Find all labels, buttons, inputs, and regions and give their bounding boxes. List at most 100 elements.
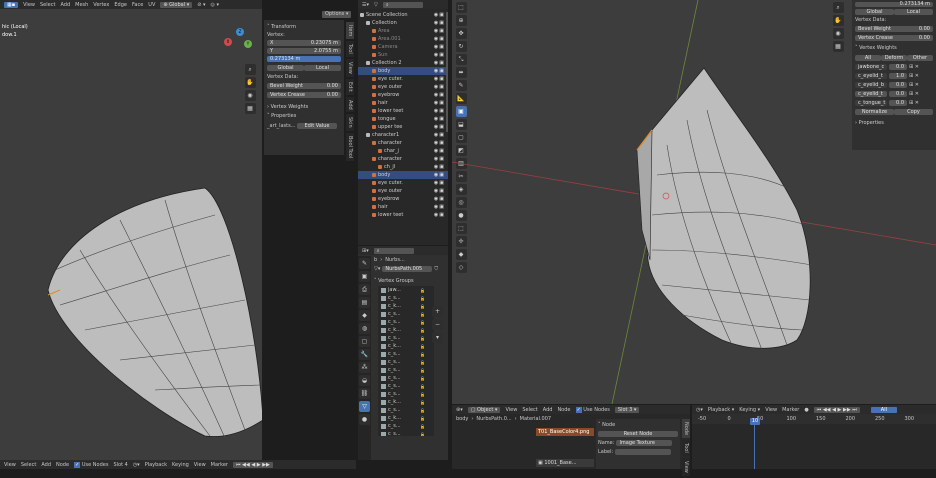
outliner-item[interactable]: eyebrow ◉▣ [358, 91, 448, 99]
menu-add-bottom[interactable]: Add [41, 462, 51, 468]
lock-icon[interactable]: 🔓 [420, 344, 425, 349]
lock-icon[interactable]: 🔓 [420, 416, 425, 421]
tab-item[interactable]: Item [346, 22, 354, 40]
weight-value[interactable]: 1.0 [889, 72, 907, 79]
weight-value[interactable]: 0.0 [889, 63, 907, 70]
weight-actions-icon[interactable]: ⊞ ✕ [909, 73, 919, 79]
tab-node-view[interactable]: View [682, 457, 690, 476]
add-group-icon[interactable]: + [432, 306, 443, 317]
vertex-group-item[interactable]: c_s... 🔓 [378, 334, 434, 342]
record-icon[interactable]: ● [804, 407, 808, 413]
outliner-item[interactable]: char_j ◉▣ [358, 147, 448, 155]
lock-icon[interactable]: 🔓 [420, 424, 425, 429]
tool-props-icon[interactable]: ✎ [359, 258, 370, 269]
properties-section-right[interactable]: › Properties [855, 119, 933, 128]
vertex-group-item[interactable]: c_s... 🔓 [378, 366, 434, 374]
vertex-groups-section[interactable]: ˅ Vertex Groups [374, 277, 448, 286]
particles-icon[interactable]: ⁂ [359, 362, 370, 373]
menu-marker[interactable]: Marker [782, 407, 799, 413]
properties-section[interactable]: ˅ Properties [267, 112, 341, 121]
modifier-icon[interactable]: 🔧 [359, 349, 370, 360]
properties-editor-icon[interactable]: ⊞▾ [362, 248, 369, 254]
x-field[interactable]: X 0.23075 m [267, 40, 341, 46]
copy-button[interactable]: Copy [894, 108, 933, 115]
menu-select-node[interactable]: Select [522, 407, 537, 413]
outliner-item[interactable]: Area ◉▣ [358, 27, 448, 35]
tab-add[interactable]: Add [346, 96, 354, 113]
menu-playback[interactable]: Playback ▾ [708, 407, 734, 413]
marker-bottom[interactable]: Marker [211, 462, 228, 468]
tab-node-tool[interactable]: Tool [682, 440, 690, 456]
outliner-item[interactable]: Collection ◉▣ [358, 19, 448, 27]
playback-controls[interactable]: ⏮ ◀◀ ◀ ▶ ▶▶ ⏭ [813, 406, 860, 413]
outliner-item[interactable]: character ◉▣ [358, 155, 448, 163]
tab-edit[interactable]: Edit [346, 78, 354, 95]
tab-deform[interactable]: Deform [881, 54, 907, 61]
material-props-icon[interactable]: ● [359, 414, 370, 425]
render-props-icon[interactable]: ▣ [359, 271, 370, 282]
node-editor-icon[interactable]: ⊛▾ [456, 407, 463, 413]
visibility-icon[interactable]: ◉▣ [434, 196, 448, 202]
lock-icon[interactable]: 🔓 [420, 392, 425, 397]
outliner-item[interactable]: body ◉▣ [358, 171, 448, 179]
visibility-icon[interactable]: ◉▣ [434, 132, 448, 138]
outliner-item[interactable]: lower teet ◉▣ [358, 211, 448, 219]
visibility-icon[interactable]: ◉▣ [434, 180, 448, 186]
weight-actions-icon[interactable]: ⊞ ✕ [909, 64, 919, 70]
y-field[interactable]: Y 2.0755 m [267, 48, 341, 54]
node-label-field[interactable] [615, 448, 672, 455]
lock-icon[interactable]: 🔓 [420, 288, 425, 293]
outliner-item[interactable]: hair ◉▣ [358, 203, 448, 211]
image-texture-node[interactable]: T01_BaseColor4.png [536, 428, 594, 436]
object-props-icon[interactable]: ▢ [359, 336, 370, 347]
properties-search[interactable]: ⌕ [373, 247, 414, 254]
vertex-groups-list[interactable]: jaw... 🔓 c_s... 🔓 c_k... 🔓 c_s... 🔓 c_s... 🔓 c_k..… [378, 286, 434, 436]
keying-set-dropdown[interactable]: All [870, 406, 897, 413]
vertex-group-item[interactable]: jaw... 🔓 [378, 286, 434, 294]
tab-other[interactable]: Other [907, 54, 933, 61]
menu-keying[interactable]: Keying ▾ [739, 407, 760, 413]
normalize-button[interactable]: Normalize [855, 108, 894, 115]
visibility-icon[interactable]: ◉▣ [434, 140, 448, 146]
use-nodes-checkbox[interactable]: ✓ Use Nodes [575, 406, 610, 413]
left-3d-viewport[interactable]: ▦▪ View Select Add Mesh Vertex Edge Face… [0, 0, 262, 460]
vertex-group-item[interactable]: c_s... 🔓 [378, 318, 434, 326]
global-button-right[interactable]: Global [855, 8, 894, 15]
bevel-weight-field-right[interactable]: Bevel Weight 0.00 [855, 25, 933, 32]
lock-icon[interactable]: 🔓 [420, 328, 425, 333]
data-props-icon[interactable]: ▽ [359, 401, 370, 412]
global-button[interactable]: Global [267, 64, 304, 71]
weight-group-name[interactable]: c_tongue_t [855, 99, 887, 106]
vertex-group-item[interactable]: c_s... 🔓 [378, 406, 434, 414]
playback-controls-bottom[interactable]: ⏮ ◀◀ ◀ ▶ ▶▶ [232, 461, 273, 468]
outliner-item[interactable]: body ◉▣ [358, 67, 448, 75]
output-props-icon[interactable]: ⎙ [359, 284, 370, 295]
weight-value[interactable]: 0.0 [889, 81, 907, 88]
outliner-item[interactable]: eye outer ◉▣ [358, 187, 448, 195]
lock-icon[interactable]: 🔓 [420, 400, 425, 405]
lock-icon[interactable]: 🔓 [420, 352, 425, 357]
weight-actions-icon[interactable]: ⊞ ✕ [909, 100, 919, 106]
outliner-item[interactable]: Area.001 ◉▣ [358, 35, 448, 43]
slot-dropdown[interactable]: Slot 3 ▾ [614, 406, 640, 413]
vertex-group-item[interactable]: c_k... 🔓 [378, 414, 434, 422]
menu-select-bottom[interactable]: Select [21, 462, 36, 468]
menu-add-node[interactable]: Add [543, 407, 553, 413]
visibility-icon[interactable]: ◉▣ [434, 156, 448, 162]
menu-view-timeline[interactable]: View [765, 407, 777, 413]
vertex-group-item[interactable]: c_s... 🔓 [378, 390, 434, 398]
z-field[interactable]: 0.273134 m [267, 56, 341, 62]
weight-group-name[interactable]: c_eyelid_b [855, 81, 887, 88]
vertex-group-item[interactable]: c_s... 🔓 [378, 350, 434, 358]
vertex-group-item[interactable]: c_s... 🔓 [378, 294, 434, 302]
filter-icon[interactable]: ▽ [374, 2, 378, 8]
vertex-group-item[interactable]: c_s... 🔓 [378, 310, 434, 318]
outliner-item[interactable]: eye cuter. ◉▣ [358, 75, 448, 83]
tab-view[interactable]: View [346, 59, 354, 77]
outliner-item[interactable]: lower teet ◉▣ [358, 107, 448, 115]
world-props-icon[interactable]: ◍ [359, 323, 370, 334]
object-dropdown[interactable]: ▢ Object ▾ [467, 406, 501, 413]
view-layer-icon[interactable]: ▤ [359, 297, 370, 308]
lock-icon[interactable]: 🔓 [420, 336, 425, 341]
outliner-item[interactable]: eye cuter. ◉▣ [358, 179, 448, 187]
